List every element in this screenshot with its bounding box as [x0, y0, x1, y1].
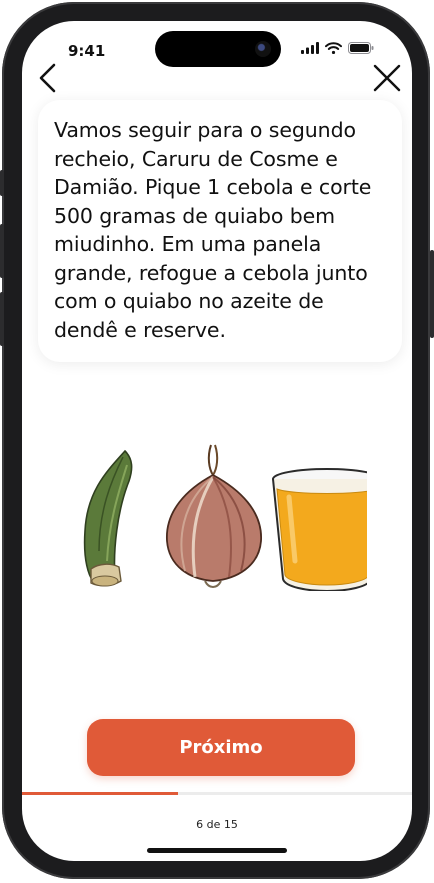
volume-up-button: [0, 224, 4, 278]
dynamic-island: [155, 31, 281, 67]
progress-bar-fill: [22, 792, 178, 795]
phone-screen: 9:41 Vamos seguir para o segundo recheio…: [22, 21, 412, 861]
okra-illustration: [83, 449, 133, 587]
wifi-icon: [325, 42, 342, 54]
signal-icon: [301, 42, 319, 54]
chevron-left-icon[interactable]: [34, 61, 62, 95]
silent-switch: [0, 170, 4, 196]
onion-illustration: [166, 444, 262, 588]
close-icon[interactable]: [372, 63, 402, 93]
instruction-card: Vamos seguir para o segundo recheio, Car…: [38, 100, 402, 362]
home-indicator[interactable]: [147, 848, 287, 853]
status-time: 9:41: [68, 42, 106, 60]
volume-down-button: [0, 292, 4, 346]
page-counter: 6 de 15: [196, 818, 238, 831]
ingredients-illustration: [83, 444, 367, 591]
progress-bar: [22, 792, 412, 795]
palm-oil-glass-illustration: [272, 468, 367, 591]
next-button[interactable]: Próximo: [87, 719, 355, 776]
status-icons: [301, 42, 374, 54]
camera-icon: [255, 41, 271, 57]
power-button: [430, 250, 434, 338]
instruction-text: Vamos seguir para o segundo recheio, Car…: [54, 118, 372, 342]
battery-icon: [348, 42, 374, 54]
